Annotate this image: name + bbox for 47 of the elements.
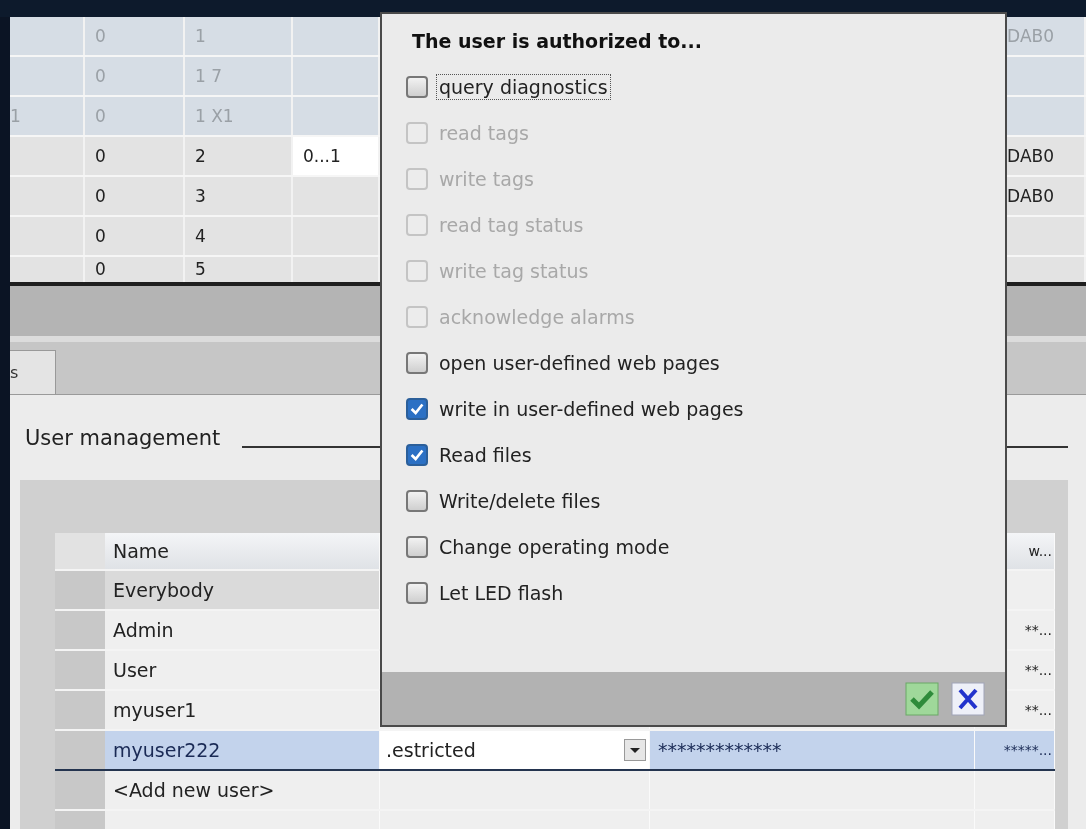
table-cell: 5	[195, 259, 206, 279]
user-name-cell[interactable]: User	[105, 651, 380, 689]
table-cell: 0	[95, 106, 106, 126]
table-cell: *************	[650, 731, 975, 769]
section-title: User management	[25, 425, 221, 450]
table-cell: 0	[95, 66, 106, 86]
cancel-button[interactable]	[951, 681, 985, 716]
table-cell: 1	[10, 106, 21, 126]
checkbox[interactable]	[406, 352, 428, 374]
checkbox[interactable]	[406, 490, 428, 512]
table-cell: 2	[195, 146, 206, 166]
checkbox-label[interactable]: write in user-defined web pages	[436, 396, 747, 422]
table-cell: 4	[195, 226, 206, 246]
checkbox[interactable]	[406, 582, 428, 604]
checkbox[interactable]	[406, 76, 428, 98]
checkbox-label[interactable]: Let LED flash	[436, 580, 567, 606]
table-cell: 0	[95, 26, 106, 46]
checkbox-label[interactable]: Read files	[436, 442, 535, 468]
table-cell: DAB0	[1007, 186, 1054, 206]
checkbox-label[interactable]: query diagnostics	[436, 74, 611, 100]
table-cell: DAB0	[1007, 26, 1054, 46]
checkbox[interactable]	[406, 536, 428, 558]
table-cell: 0...1	[303, 146, 341, 166]
table-cell: *****...	[975, 731, 1055, 769]
confirm-button[interactable]	[905, 681, 939, 716]
user-name-cell[interactable]: <Add new user>	[105, 771, 380, 809]
checkbox-label[interactable]: open user-defined web pages	[436, 350, 723, 376]
checkbox-label[interactable]: Change operating mode	[436, 534, 673, 560]
popup-title: The user is authorized to...	[411, 29, 703, 54]
access-dropdown[interactable]: .estricted	[380, 731, 649, 769]
user-name-cell[interactable]: myuser222	[105, 731, 380, 769]
table-cell: 0	[95, 259, 106, 279]
user-name-cell[interactable]: myuser1	[105, 691, 380, 729]
dropdown-icon[interactable]	[624, 739, 646, 761]
table-cell: 0	[95, 226, 106, 246]
table-cell: 0	[95, 146, 106, 166]
table-cell: 3	[195, 186, 206, 206]
table-cell: 1 7	[195, 66, 223, 86]
table-cell: 0	[95, 186, 106, 206]
table-cell: 1	[195, 26, 206, 46]
user-name-cell[interactable]: Everybody	[105, 571, 380, 609]
table-cell: DAB0	[1007, 146, 1054, 166]
row-header	[55, 533, 105, 569]
checkbox-label[interactable]: Write/delete files	[436, 488, 604, 514]
user-name-cell[interactable]: Admin	[105, 611, 380, 649]
table-cell: 1 X1	[195, 106, 234, 126]
tab[interactable]: s	[10, 350, 56, 394]
